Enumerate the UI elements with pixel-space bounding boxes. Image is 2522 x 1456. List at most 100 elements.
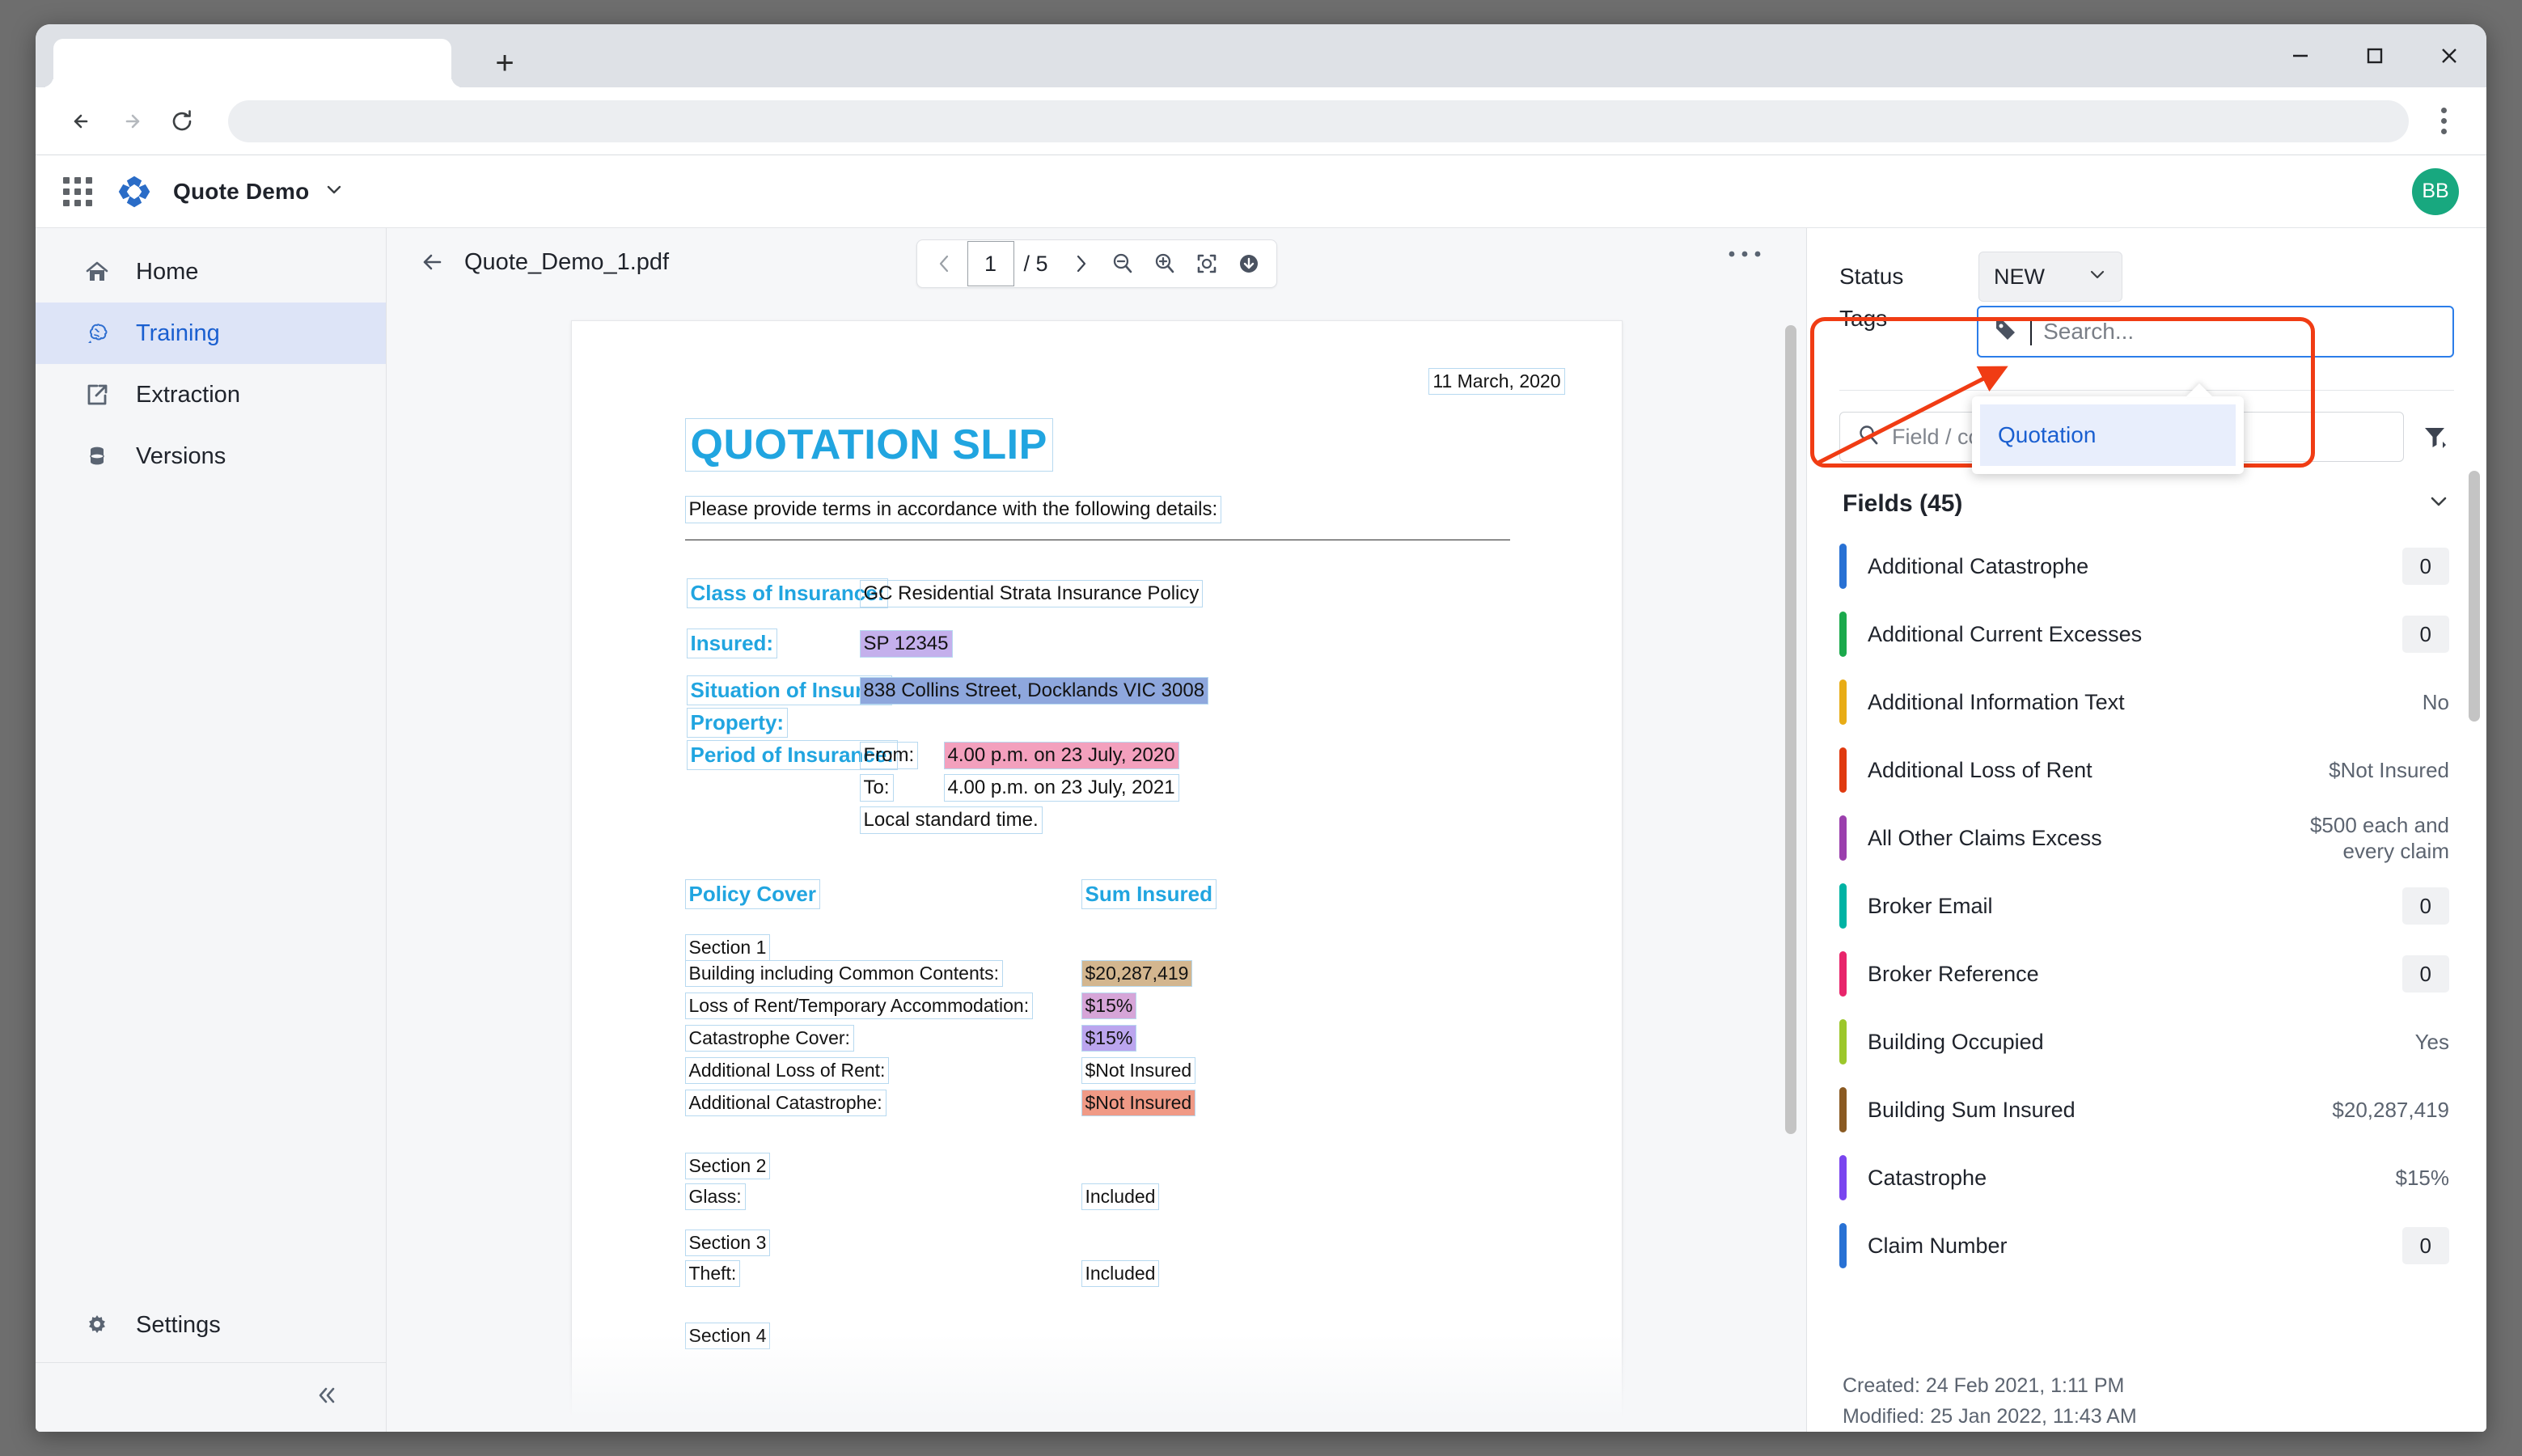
database-icon: [81, 440, 113, 472]
field-name: Building Occupied: [1868, 1029, 2044, 1054]
sidebar-item-extraction[interactable]: Extraction: [36, 364, 386, 425]
window-controls: [2263, 24, 2486, 87]
doc-section-title: Section 3: [684, 1230, 771, 1256]
doc-row-label: Glass:: [684, 1183, 746, 1210]
doc-row-label: Additional Catastrophe:: [684, 1090, 887, 1116]
doc-date: 11 March, 2020: [1428, 368, 1565, 395]
field-color-swatch: [1839, 612, 1847, 657]
chevron-down-icon: [2088, 265, 2107, 290]
field-name: Additional Information Text: [1868, 689, 2125, 714]
reload-icon[interactable]: [157, 96, 207, 146]
doc-row-value: $15%: [1081, 993, 1137, 1019]
doc-row-label: Additional Loss of Rent:: [684, 1057, 890, 1084]
sidebar-item-training[interactable]: Training: [36, 303, 386, 364]
panel-divider: [1839, 390, 2454, 391]
doc-row-value: $Not Insured: [1081, 1057, 1196, 1084]
field-value: 0: [2401, 1226, 2449, 1265]
zoom-in-icon[interactable]: [1144, 241, 1186, 286]
record-meta: Created: 24 Feb 2021, 1:11 PM Modified: …: [1839, 1348, 2454, 1432]
filter-icon[interactable]: [2417, 418, 2454, 455]
doc-intro: Please provide terms in accordance with …: [684, 496, 1222, 523]
zoom-out-icon[interactable]: [1102, 241, 1144, 286]
field-value: No: [2422, 689, 2449, 714]
doc-label-insured: Insured:: [686, 629, 778, 658]
prev-page-button[interactable]: [923, 241, 965, 286]
sidebar-settings-label: Settings: [136, 1311, 221, 1338]
tag-option-quotation[interactable]: Quotation: [1980, 404, 2236, 466]
field-color-swatch: [1839, 951, 1847, 997]
status-label: Status: [1839, 264, 1904, 289]
tag-suggestions-dropdown: Quotation: [1972, 396, 2244, 474]
fit-page-icon[interactable]: [1186, 241, 1228, 286]
field-row[interactable]: Additional Current Excesses 0: [1839, 600, 2454, 668]
page-number-input[interactable]: 1: [967, 241, 1014, 286]
fields-collapse-icon[interactable]: [2427, 489, 2451, 518]
status-select[interactable]: NEW: [1978, 252, 2122, 302]
next-page-button[interactable]: [1060, 241, 1102, 286]
field-row[interactable]: Building Occupied Yes: [1839, 1008, 2454, 1076]
page-total-label: / 5: [1023, 251, 1048, 276]
pdf-page: 11 March, 2020 QUOTATION SLIP Please pro…: [570, 320, 1623, 1432]
doc-period-from-label: From:: [859, 742, 919, 769]
pdf-viewer: Quote_Demo_1.pdf 1 / 5 11 March, 2020 QU…: [387, 228, 1807, 1432]
field-row[interactable]: Additional Information Text No: [1839, 668, 2454, 736]
viewer-back-button[interactable]: [414, 244, 450, 280]
field-color-swatch: [1839, 1223, 1847, 1268]
field-row[interactable]: Claim Number 0: [1839, 1212, 2454, 1280]
doc-row-value: $20,287,419: [1081, 960, 1193, 987]
sidebar-item-settings[interactable]: Settings: [36, 1288, 386, 1362]
field-value: 0: [2401, 547, 2449, 586]
doc-value-class: GC Residential Strata Insurance Policy: [859, 580, 1204, 607]
field-row[interactable]: Additional Catastrophe 0: [1839, 532, 2454, 600]
chevron-down-icon[interactable]: [324, 179, 345, 204]
brand-logo-icon: [118, 176, 150, 207]
field-row[interactable]: Additional Loss of Rent $Not Insured: [1839, 736, 2454, 804]
created-timestamp: Created: 24 Feb 2021, 1:11 PM: [1843, 1374, 2125, 1397]
field-row[interactable]: Broker Reference 0: [1839, 940, 2454, 1008]
doc-row-value: $15%: [1081, 1025, 1137, 1052]
field-value: 0: [2401, 615, 2449, 654]
app-grid-icon[interactable]: [63, 176, 92, 206]
field-value: Yes: [2414, 1029, 2449, 1054]
field-row[interactable]: Building Sum Insured $20,287,419: [1839, 1076, 2454, 1144]
viewer-scrollbar[interactable]: [1785, 325, 1796, 1134]
field-name: Claim Number: [1868, 1233, 2008, 1258]
field-color-swatch: [1839, 544, 1847, 589]
back-icon[interactable]: [57, 96, 107, 146]
export-icon: [81, 379, 113, 411]
forward-icon: [107, 96, 157, 146]
doc-period-note: Local standard time.: [859, 806, 1043, 834]
maximize-icon[interactable]: [2338, 24, 2412, 87]
fields-scrollbar[interactable]: [2469, 471, 2480, 722]
sidebar-item-home[interactable]: Home: [36, 241, 386, 303]
minimize-icon[interactable]: [2263, 24, 2338, 87]
field-color-swatch: [1839, 815, 1847, 861]
field-row[interactable]: All Other Claims Excess $500 each and ev…: [1839, 804, 2454, 872]
tag-search-placeholder: Search...: [2043, 319, 2135, 344]
new-tab-button[interactable]: +: [489, 47, 521, 81]
close-icon[interactable]: [2412, 24, 2486, 87]
doc-row-label: Building including Common Contents:: [684, 960, 1004, 987]
tag-search-input[interactable]: Search...: [1977, 306, 2454, 358]
avatar[interactable]: BB: [2412, 167, 2459, 215]
field-color-swatch: [1839, 747, 1847, 793]
doc-row-label: Catastrophe Cover:: [684, 1025, 854, 1052]
field-name: Catastrophe: [1868, 1165, 1987, 1190]
download-icon[interactable]: [1228, 241, 1270, 286]
field-row[interactable]: Catastrophe $15%: [1839, 1144, 2454, 1212]
sidebar-item-versions[interactable]: Versions: [36, 425, 386, 487]
field-value: $15%: [2395, 1165, 2450, 1190]
doc-row-value: $Not Insured: [1081, 1090, 1196, 1116]
field-name: All Other Claims Excess: [1868, 825, 2102, 850]
chevron-double-left-icon: [311, 1381, 341, 1414]
browser-tab[interactable]: [42, 39, 463, 87]
address-bar[interactable]: [228, 99, 2409, 142]
doc-row-label: Loss of Rent/Temporary Accommodation:: [684, 993, 1034, 1019]
field-row[interactable]: Broker Email 0: [1839, 872, 2454, 940]
browser-menu-icon[interactable]: [2422, 96, 2465, 146]
viewer-toolbar: Quote_Demo_1.pdf 1 / 5: [387, 228, 1806, 296]
more-horizontal-icon[interactable]: [1727, 246, 1762, 266]
sidebar-collapse-button[interactable]: [36, 1362, 386, 1432]
app-title: Quote Demo: [173, 178, 310, 204]
